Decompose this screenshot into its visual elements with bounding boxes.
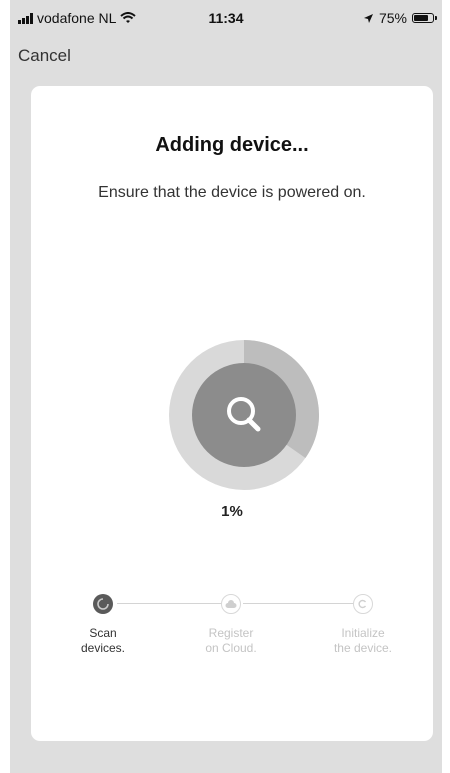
status-right: 75% (363, 10, 437, 26)
step-connector-2 (243, 603, 363, 604)
step-connector-1 (117, 603, 231, 604)
progress-ring (169, 340, 319, 490)
copyright-c-icon (358, 599, 367, 609)
step-register-dot (221, 594, 241, 614)
app-screen: vodafone NL 11:34 75% Cancel Adding devi… (10, 0, 442, 773)
step-initialize-label: Initialize the device. (333, 626, 393, 655)
page-title: Adding device... (155, 134, 309, 156)
adding-device-card: Adding device... Ensure that the device … (31, 86, 433, 741)
ring-inner-circle (192, 363, 296, 467)
step-initialize-dot (353, 594, 373, 614)
cloud-icon (225, 599, 237, 608)
step-scan-dot (93, 594, 113, 614)
step-register-label: Register on Cloud. (205, 626, 257, 655)
location-arrow-icon (363, 13, 373, 23)
scan-icon (97, 598, 109, 610)
cancel-button[interactable]: Cancel (18, 46, 71, 66)
battery-fill (414, 15, 428, 21)
status-bar: vodafone NL 11:34 75% (10, 0, 442, 34)
step-scan-label: Scan devices. (80, 626, 126, 655)
battery-percent: 75% (378, 10, 407, 26)
page-subtitle: Ensure that the device is powered on. (98, 184, 366, 201)
progress-percent: 1% (221, 503, 243, 520)
phone-screen: vodafone NL 11:34 75% Cancel Adding devi… (0, 0, 450, 773)
progress-ring-graphic (169, 340, 319, 490)
battery-icon (412, 13, 437, 23)
progress-steps: Scan devices. Register on Cloud. Initial… (31, 586, 433, 676)
